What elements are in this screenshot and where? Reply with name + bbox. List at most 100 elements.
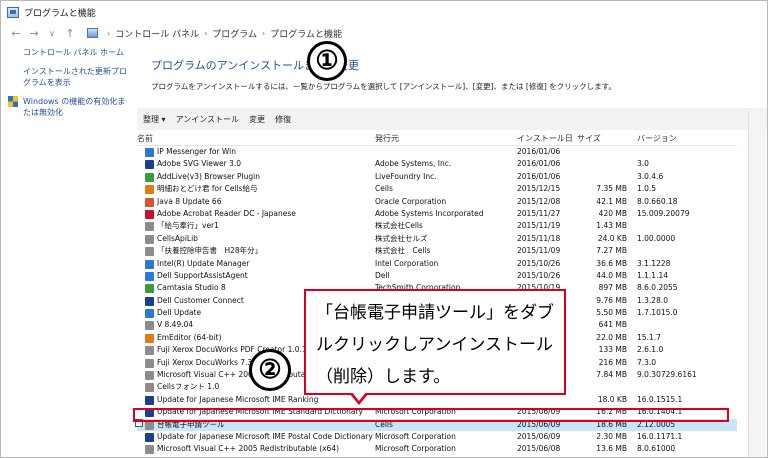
title-bar: プログラムと機能 xyxy=(1,1,767,23)
table-row[interactable]: CellsApiLib 株式会社セルズ 2015/11/18 24.0 KB 1.00.… xyxy=(137,233,737,245)
control-panel-home-link[interactable]: コントロール パネル ホーム xyxy=(23,47,137,58)
table-row[interactable]: Microsoft Visual C++ 2005 Redistributabl… xyxy=(137,443,737,455)
program-version: 8.0.61000 xyxy=(637,444,676,454)
toolbar: 整理 ▾ アンインストール 変更 修復 xyxy=(137,108,767,130)
program-icon xyxy=(145,333,154,343)
step-1-badge: ① xyxy=(307,41,347,81)
program-name: Microsoft Visual C++ 2005 Redistributabl… xyxy=(157,444,340,454)
column-header-publisher[interactable]: 発行元 xyxy=(375,133,399,144)
program-version: 1.7.1015.0 xyxy=(637,308,678,318)
program-version: 16.0.1171.1 xyxy=(637,431,683,441)
program-name: CellsApiLib xyxy=(157,233,198,243)
program-icon xyxy=(145,358,154,368)
program-version: 3.1.1228 xyxy=(637,258,671,268)
breadcrumb-control-panel[interactable]: コントロール パネル xyxy=(115,27,199,40)
column-header-name[interactable]: 名前 xyxy=(137,133,153,144)
program-size: 133 MB xyxy=(598,345,627,355)
program-size: 7.27 MB xyxy=(596,246,627,256)
installed-updates-link[interactable]: インストールされた更新プログラムを表示 xyxy=(23,66,131,88)
program-size: 420 MB xyxy=(598,208,627,218)
instruction-callout: 「台帳電子申請ツール」をダブルクリックしアンインストール（削除）します。 xyxy=(304,289,566,395)
uninstall-button[interactable]: アンインストール xyxy=(176,114,240,125)
program-name: Intel(R) Update Manager xyxy=(157,258,250,268)
table-row[interactable]: Update for Japanese Microsoft IME Rankin… xyxy=(137,394,737,406)
program-publisher: Intel Corporation xyxy=(375,258,439,268)
program-version: 3.0 xyxy=(637,159,649,169)
column-header-row: 名前 発行元 インストール日 サイズ バージョン xyxy=(137,130,737,146)
program-install-date: 2015/11/19 xyxy=(517,221,561,231)
folder-icon xyxy=(87,28,98,38)
program-version: 7.3.0 xyxy=(637,357,657,367)
back-arrow-icon[interactable]: ← xyxy=(9,27,23,40)
organize-button[interactable]: 整理 ▾ xyxy=(143,114,166,125)
table-row[interactable]: 「扶養控除申告書 H28年分」 株式会社 Cells 2015/11/09 7.27 … xyxy=(137,245,737,257)
shield-icon xyxy=(8,96,18,107)
program-version: 2.6.1.0 xyxy=(637,345,664,355)
repair-button[interactable]: 修復 xyxy=(275,114,291,125)
table-row[interactable]: Adobe Acrobat Reader DC - Japanese Adobe … xyxy=(137,208,737,220)
program-install-date: 2016/01/06 xyxy=(517,147,561,156)
breadcrumb-separator-icon: › xyxy=(204,28,208,38)
program-publisher: Microsoft Corporation xyxy=(375,431,456,441)
windows-features-link[interactable]: Windows の機能の有効化または無効化 xyxy=(8,96,133,118)
program-size: 24.0 KB xyxy=(597,233,627,243)
program-name: 「扶養控除申告書 H28年分」 xyxy=(157,246,263,256)
program-version: 8.0.660.18 xyxy=(637,196,678,206)
chevron-down-icon[interactable]: ∨ xyxy=(45,29,59,38)
table-row[interactable]: Dell SupportAssistAgent Dell 2015/10/26 44.… xyxy=(137,270,737,282)
program-size: 216 MB xyxy=(598,357,627,367)
program-size: 897 MB xyxy=(598,283,627,293)
program-size: 1.43 MB xyxy=(596,221,627,231)
table-row[interactable]: Intel(R) Update Manager Intel Corporation… xyxy=(137,258,737,270)
table-row[interactable]: Java 8 Update 66 Oracle Corporation 2015/1… xyxy=(137,196,737,208)
change-button[interactable]: 変更 xyxy=(249,114,265,125)
vertical-scrollbar[interactable] xyxy=(748,111,766,457)
table-row[interactable]: 明細おとどけ君 for Cells給与 Cells 2015/12/15 7.35 M… xyxy=(137,183,737,195)
program-icon xyxy=(145,395,154,405)
selected-row-highlight xyxy=(133,408,729,422)
program-install-date: 2015/11/09 xyxy=(517,246,561,256)
program-install-date: 2016/01/06 xyxy=(517,159,561,169)
forward-arrow-icon[interactable]: → xyxy=(27,27,41,40)
program-version: 16.0.1515.1 xyxy=(637,394,683,404)
breadcrumb-programs-features[interactable]: プログラムと機能 xyxy=(270,27,342,40)
program-size: 18.0 KB xyxy=(597,394,627,404)
program-size: 5.50 MB xyxy=(596,308,627,318)
program-install-date: 2015/10/26 xyxy=(517,270,561,280)
column-header-size[interactable]: サイズ xyxy=(577,133,601,144)
table-row[interactable]: IP Messenger for Win 2016/01/06 xyxy=(137,146,737,158)
program-name: Adobe SVG Viewer 3.0 xyxy=(157,159,242,169)
breadcrumb-programs[interactable]: プログラム xyxy=(212,27,257,40)
program-version: 9.0.30729.6161 xyxy=(637,370,697,380)
program-icon xyxy=(145,160,154,170)
program-publisher: 株式会社セルズ xyxy=(375,233,428,243)
program-size: 7.84 MB xyxy=(596,370,627,380)
table-row[interactable]: Update for Japanese Microsoft IME Postal… xyxy=(137,431,737,443)
window-title: プログラムと機能 xyxy=(24,8,96,19)
program-publisher: Cells xyxy=(375,184,393,194)
program-icon xyxy=(145,271,154,281)
program-size: 2.30 MB xyxy=(596,431,627,441)
column-header-installed[interactable]: インストール日 xyxy=(517,133,573,144)
program-name: AddLive(v3) Browser Plugin xyxy=(157,171,261,181)
program-publisher: 株式会社Cells xyxy=(375,221,423,231)
program-icon xyxy=(145,185,154,195)
breadcrumb-separator-icon: › xyxy=(262,28,266,38)
windows-features-label: Windows の機能の有効化または無効化 xyxy=(23,97,126,117)
program-version: 15.1.7 xyxy=(637,332,661,342)
up-arrow-icon[interactable]: ↑ xyxy=(63,27,77,40)
program-install-date: 2015/06/08 xyxy=(517,444,561,454)
program-version: 1.1.1.14 xyxy=(637,270,669,280)
program-size: 13.6 MB xyxy=(596,444,627,454)
table-row[interactable]: Adobe SVG Viewer 3.0 Adobe Systems, Inc. 2… xyxy=(137,158,737,170)
program-size: 22.0 MB xyxy=(596,332,627,342)
program-version: 1.0.5 xyxy=(637,184,657,194)
program-icon xyxy=(145,284,154,294)
program-publisher: 株式会社 Cells xyxy=(375,246,431,256)
control-panel-icon xyxy=(7,6,19,18)
program-publisher: LiveFoundry Inc. xyxy=(375,171,437,181)
table-row[interactable]: AddLive(v3) Browser Plugin LiveFoundry In… xyxy=(137,171,737,183)
programs-and-features-window: プログラムと機能 ← → ∨ ↑ › コントロール パネル › プログラム › … xyxy=(0,0,768,458)
column-header-version[interactable]: バージョン xyxy=(637,133,677,144)
table-row[interactable]: 「給与奉行」ver1 株式会社Cells 2015/11/19 1.43 MB xyxy=(137,220,737,232)
